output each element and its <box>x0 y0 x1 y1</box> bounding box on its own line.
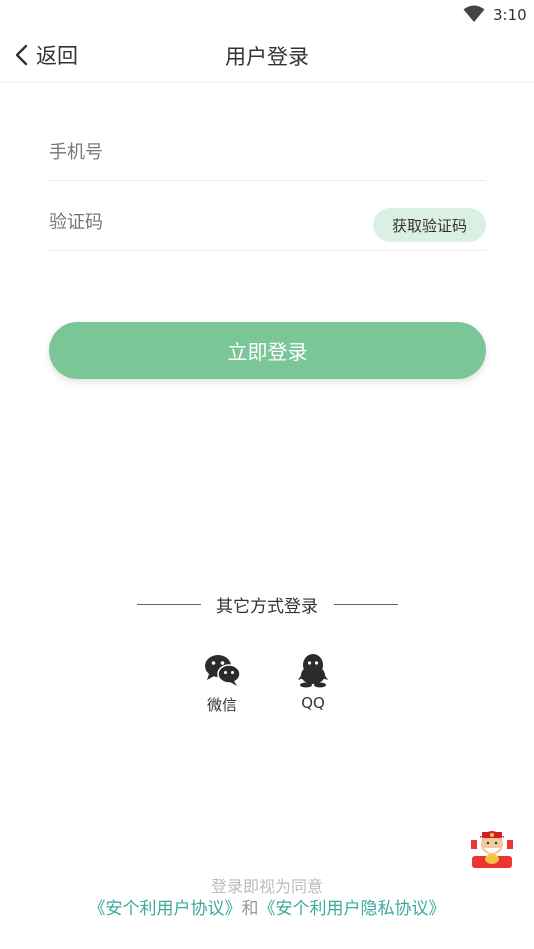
chevron-left-icon <box>15 44 28 66</box>
other-login-title: 其它方式登录 <box>216 597 318 617</box>
qq-label: QQ <box>301 694 325 712</box>
login-button[interactable]: 立即登录 <box>49 322 486 379</box>
wechat-label: 微信 <box>206 696 237 714</box>
status-time: 3:10 <box>493 6 527 24</box>
code-input[interactable] <box>49 198 349 246</box>
phone-field <box>49 128 486 181</box>
user-agreement-link[interactable]: 《安个利用户协议》 <box>89 899 242 919</box>
wechat-login-button[interactable]: 微信 <box>192 652 252 715</box>
page-title: 用户登录 <box>225 45 309 69</box>
agreement-links: 《安个利用户协议》和《安个利用户隐私协议》 <box>0 894 534 919</box>
phone-input[interactable] <box>49 128 349 176</box>
qq-icon <box>298 654 328 688</box>
agreement-conjunction: 和 <box>241 899 259 919</box>
privacy-agreement-link[interactable]: 《安个利用户隐私协议》 <box>259 899 446 919</box>
status-bar <box>0 0 534 28</box>
mascot-icon[interactable] <box>468 826 516 870</box>
qq-login-button[interactable]: QQ <box>283 652 343 712</box>
get-code-button[interactable]: 获取验证码 <box>373 208 486 242</box>
code-field: 获取验证码 <box>49 198 486 251</box>
divider-right <box>334 604 398 605</box>
wechat-icon <box>205 655 241 686</box>
wifi-icon <box>463 5 485 22</box>
back-label: 返回 <box>36 44 78 68</box>
back-button[interactable]: 返回 <box>14 41 78 69</box>
